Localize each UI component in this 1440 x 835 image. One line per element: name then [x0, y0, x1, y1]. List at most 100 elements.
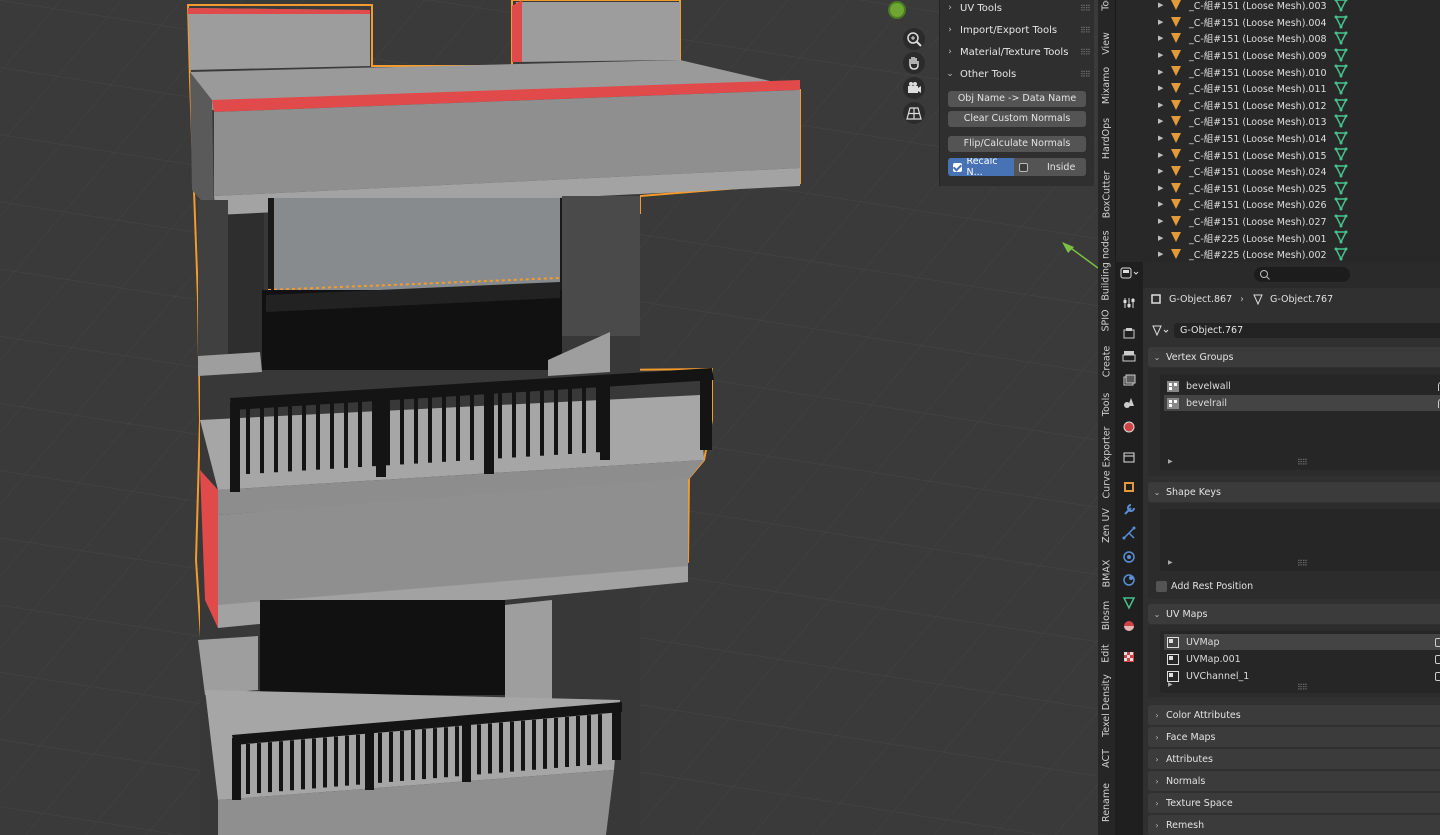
section-face-maps[interactable]: › Face Maps	[1148, 727, 1440, 747]
tab-8[interactable]: Tools	[1098, 386, 1115, 422]
outliner-row[interactable]: ▶ _C-組#151 (Loose Mesh).004	[1116, 14, 1440, 31]
section-shape-keys[interactable]: ⌄ Shape Keys	[1148, 482, 1440, 502]
world-icon[interactable]	[1122, 420, 1136, 434]
camera-view-icon[interactable]	[903, 77, 925, 99]
outliner-row[interactable]: ▶ _C-組#151 (Loose Mesh).012	[1116, 97, 1440, 114]
expand-arrow-icon[interactable]: ▶	[1158, 151, 1163, 159]
mesh-browse-button[interactable]	[1151, 323, 1173, 338]
tab-5[interactable]: Building nodes	[1098, 228, 1115, 302]
list-item[interactable]: UVMap	[1164, 634, 1440, 650]
expand-arrow-icon[interactable]: ▶	[1168, 458, 1173, 465]
panel-material-texture-tools[interactable]: › Material/Texture Tools ⠿⠿	[940, 41, 1094, 63]
flip-calculate-normals-button[interactable]: Flip/Calculate Normals	[948, 136, 1086, 152]
outliner-row[interactable]: ▶ _C-組#151 (Loose Mesh).009	[1116, 47, 1440, 64]
mesh-data-icon[interactable]	[1334, 114, 1348, 128]
tab-12[interactable]: Blosm	[1098, 598, 1115, 632]
expand-arrow-icon[interactable]: ▶	[1158, 217, 1163, 225]
mesh-data-icon[interactable]	[1334, 31, 1348, 45]
mesh-data-icon[interactable]	[1334, 147, 1348, 162]
expand-arrow-icon[interactable]: ▶	[1158, 200, 1163, 208]
outliner-row[interactable]: ▶ _C-組#151 (Loose Mesh).011	[1116, 80, 1440, 97]
uv-map-list[interactable]: UVMap UVMap.001 UVChannel_1 ▶ ⠿⠿	[1160, 631, 1440, 693]
expand-arrow-icon[interactable]: ▶	[1158, 51, 1163, 59]
expand-arrow-icon[interactable]: ▶	[1158, 18, 1163, 26]
expand-arrow-icon[interactable]: ▶	[1158, 134, 1163, 142]
tab-13[interactable]: Edit	[1098, 640, 1115, 666]
section-attributes[interactable]: › Attributes	[1148, 749, 1440, 769]
mesh-data-icon[interactable]	[1122, 596, 1136, 610]
outliner-row[interactable]: ▶ _C-組#151 (Loose Mesh).025	[1116, 180, 1440, 197]
outliner-row[interactable]: ▶ _C-組#225 (Loose Mesh).001	[1116, 229, 1440, 246]
section-remesh[interactable]: › Remesh	[1148, 815, 1440, 835]
mesh-data-icon[interactable]	[1334, 197, 1348, 211]
tab-4[interactable]: BoxCutter	[1098, 168, 1115, 220]
clear-custom-normals-button[interactable]: Clear Custom Normals	[948, 111, 1086, 127]
object-icon[interactable]	[1122, 480, 1136, 494]
collection-icon[interactable]	[1122, 450, 1136, 464]
mesh-data-icon[interactable]	[1334, 164, 1348, 178]
drag-handle-icon[interactable]: ⠿⠿	[1080, 70, 1094, 79]
expand-arrow-icon[interactable]: ▶	[1158, 84, 1163, 92]
pan-hand-icon[interactable]	[903, 52, 925, 74]
view-layer-icon[interactable]	[1122, 373, 1136, 387]
outliner-row[interactable]: ▶ _C-組#151 (Loose Mesh).008	[1116, 30, 1440, 47]
expand-arrow-icon[interactable]: ▶	[1158, 117, 1163, 125]
render-icon[interactable]	[1122, 326, 1136, 340]
expand-arrow-icon[interactable]: ▶	[1158, 184, 1163, 192]
tab-10[interactable]: Zen UV	[1098, 505, 1115, 545]
tab-15[interactable]: ACT	[1098, 746, 1115, 770]
outliner-row[interactable]: ▶ _C-組#151 (Loose Mesh).026	[1116, 196, 1440, 213]
section-normals[interactable]: › Normals	[1148, 771, 1440, 791]
expand-arrow-icon[interactable]: ▶	[1158, 1, 1163, 9]
mesh-data-icon[interactable]	[1334, 214, 1348, 228]
outliner-row[interactable]: ▶ _C-組#151 (Loose Mesh).024	[1116, 163, 1440, 180]
expand-arrow-icon[interactable]: ▶	[1168, 559, 1173, 566]
drag-handle-icon[interactable]: ⠿⠿	[1080, 48, 1094, 57]
tab-14[interactable]: Texel Density	[1098, 672, 1115, 738]
modifier-wrench-icon[interactable]	[1122, 503, 1136, 517]
add-rest-position-checkbox[interactable]: Add Rest Position	[1156, 581, 1253, 592]
section-color-attributes[interactable]: › Color Attributes	[1148, 705, 1440, 725]
expand-arrow-icon[interactable]: ▶	[1158, 101, 1163, 109]
inside-toggle[interactable]: Inside	[1014, 158, 1086, 176]
mesh-name-field[interactable]: G-Object.767	[1174, 323, 1440, 338]
expand-arrow-icon[interactable]: ▶	[1158, 250, 1163, 258]
tool-settings-icon[interactable]	[1122, 296, 1136, 310]
mesh-data-icon[interactable]	[1334, 81, 1348, 95]
obj-name-to-data-name-button[interactable]: Obj Name -> Data Name	[948, 91, 1086, 107]
camera-render-icon[interactable]	[1435, 654, 1440, 664]
tab-11[interactable]: BMAX	[1098, 556, 1115, 590]
output-icon[interactable]	[1122, 349, 1136, 363]
drag-handle-icon[interactable]: ⠿⠿	[1080, 4, 1094, 13]
outliner-row[interactable]: ▶ _C-組#151 (Loose Mesh).015	[1116, 146, 1440, 163]
mesh-data-icon[interactable]	[1334, 48, 1348, 62]
mesh-data-icon[interactable]	[1334, 230, 1348, 245]
expand-arrow-icon[interactable]: ▶	[1158, 234, 1163, 242]
mesh-data-icon[interactable]	[1334, 15, 1348, 29]
tab-9[interactable]: Curve Exporter	[1098, 426, 1115, 498]
mesh-data-icon[interactable]	[1334, 131, 1348, 145]
expand-arrow-icon[interactable]: ▶	[1158, 68, 1163, 76]
particles-icon[interactable]	[1122, 526, 1136, 540]
outliner-row[interactable]: ▶ _C-組#151 (Loose Mesh).014	[1116, 130, 1440, 147]
outliner-row[interactable]: ▶ _C-組#151 (Loose Mesh).027	[1116, 213, 1440, 230]
tab-7[interactable]: Create	[1098, 342, 1115, 380]
constraints-icon[interactable]	[1122, 573, 1136, 587]
mesh-data-icon[interactable]	[1334, 0, 1348, 12]
vertex-group-list[interactable]: bevelwall bevelrail ▶ ⠿⠿	[1160, 374, 1440, 470]
mesh-data-icon[interactable]	[1334, 64, 1348, 79]
texture-icon[interactable]	[1122, 650, 1136, 664]
tab-2[interactable]: Mixamo	[1098, 62, 1115, 108]
panel-uv-tools[interactable]: › UV Tools ⠿⠿	[940, 0, 1094, 19]
camera-render-icon[interactable]	[1435, 671, 1440, 681]
list-item[interactable]: bevelwall	[1164, 378, 1440, 394]
section-vertex-groups[interactable]: ⌄ Vertex Groups	[1148, 347, 1440, 367]
outliner-row[interactable]: ▶ _C-組#151 (Loose Mesh).013	[1116, 113, 1440, 130]
section-uv-maps[interactable]: ⌄ UV Maps	[1148, 604, 1440, 624]
list-item[interactable]: UVMap.001	[1164, 651, 1440, 667]
section-texture-space[interactable]: › Texture Space	[1148, 793, 1440, 813]
recalc-normals-toggle[interactable]: Recalc N...	[948, 158, 1014, 176]
axis-gizmo-y[interactable]	[888, 1, 906, 19]
outliner-row[interactable]: ▶ _C-組#225 (Loose Mesh).002	[1116, 246, 1440, 262]
expand-arrow-icon[interactable]: ▶	[1158, 34, 1163, 42]
